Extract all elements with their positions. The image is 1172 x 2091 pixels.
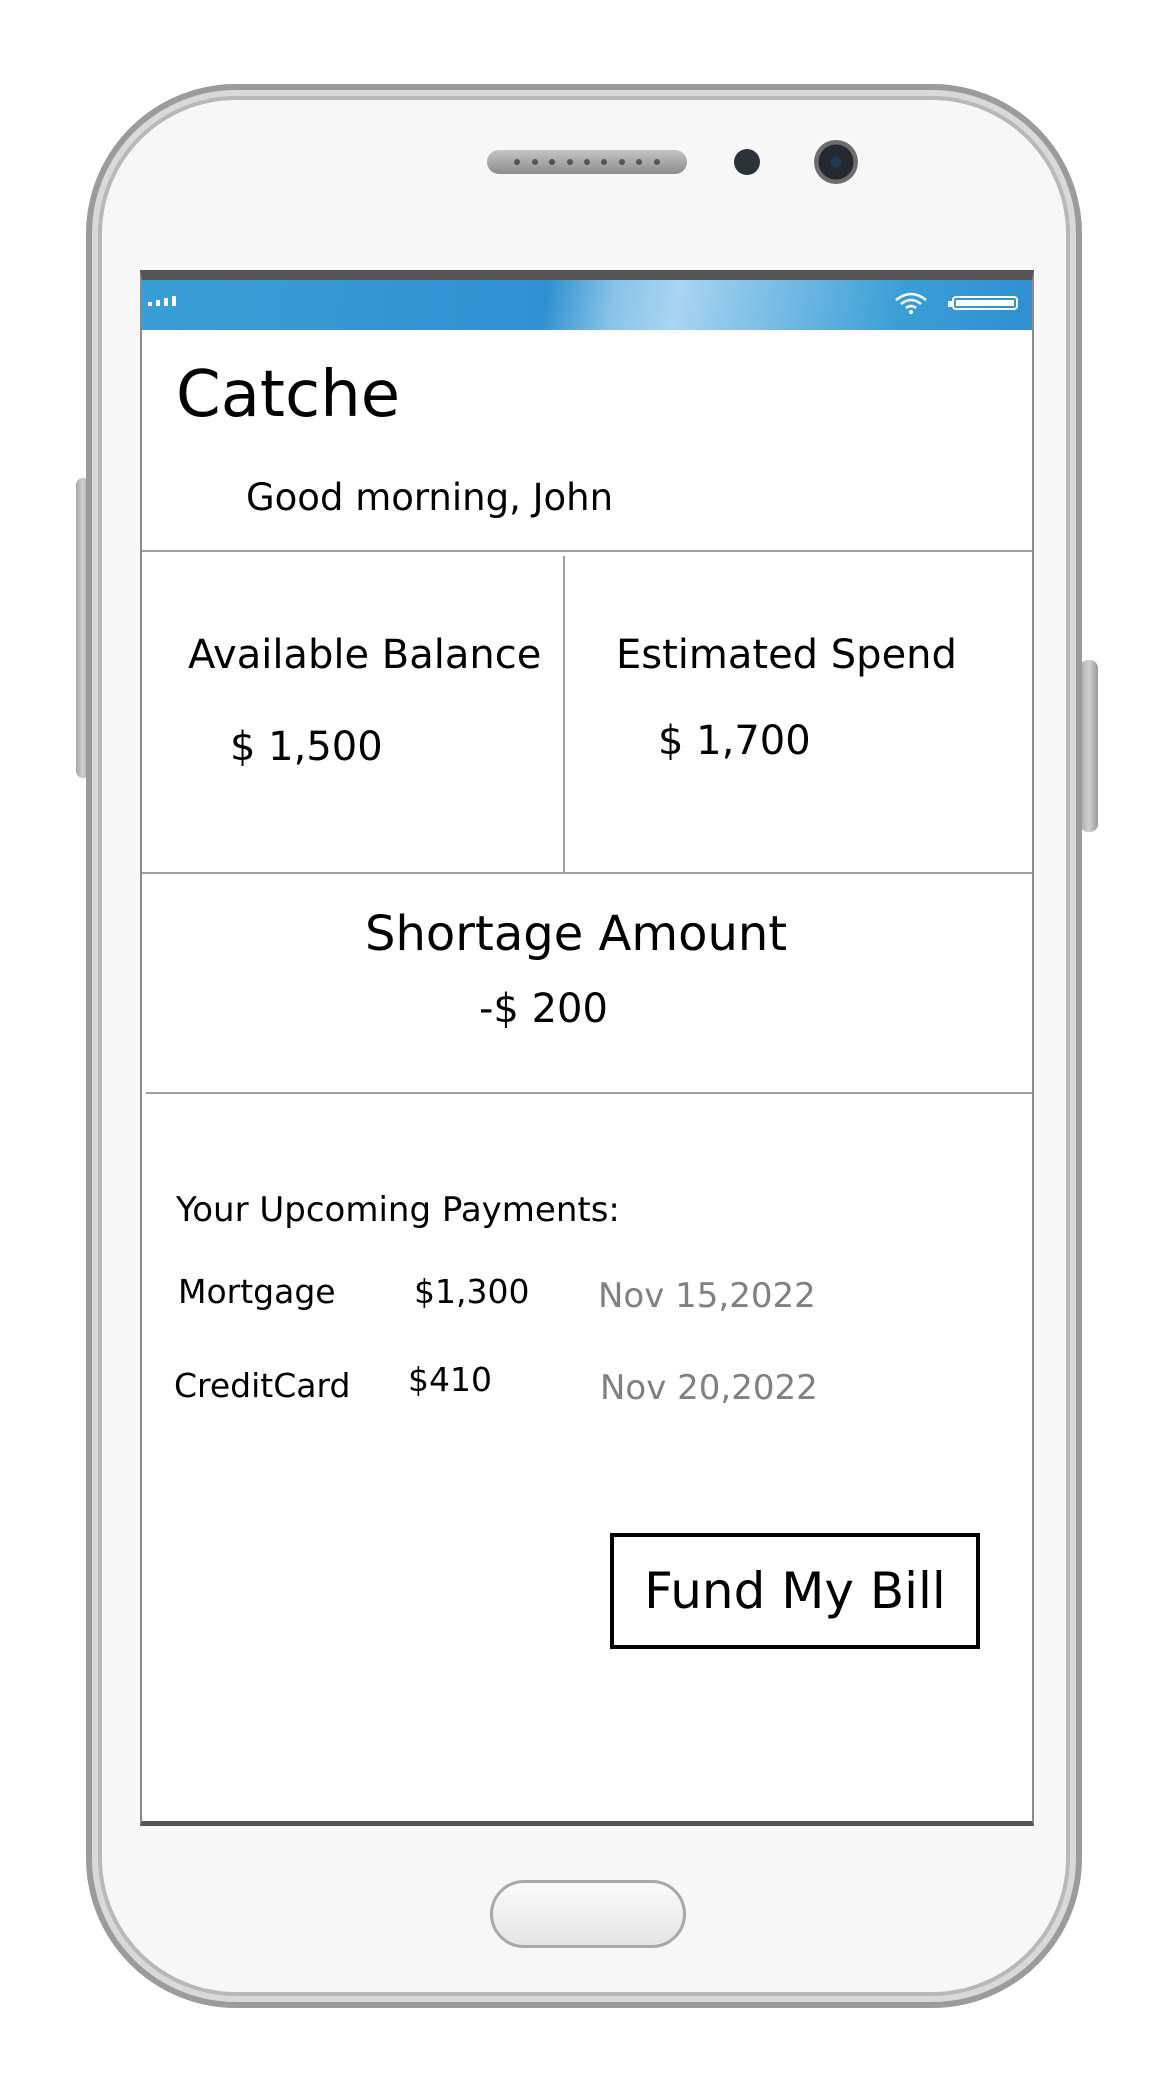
available-balance-value: $ 1,500 [230, 724, 383, 770]
battery-icon [948, 296, 1018, 310]
payment-amount: $1,300 [414, 1272, 530, 1311]
speaker-grille [487, 150, 687, 174]
fund-my-bill-button[interactable]: Fund My Bill [610, 1533, 980, 1649]
divider [146, 1092, 1032, 1094]
estimated-spend-label: Estimated Spend [616, 632, 957, 678]
greeting-text: Good morning, John [246, 476, 614, 519]
home-button[interactable] [490, 1880, 686, 1948]
shortage-amount-value: -$ 200 [479, 986, 608, 1032]
app-title: Catche [176, 358, 401, 432]
payment-name: CreditCard [174, 1366, 351, 1405]
wifi-icon [895, 292, 927, 314]
app-screen: Catche Good morning, John Available Bala… [140, 270, 1034, 1826]
payment-date: Nov 20,2022 [600, 1368, 818, 1408]
payment-amount: $410 [408, 1360, 492, 1399]
estimated-spend-value: $ 1,700 [658, 718, 811, 764]
proximity-sensor [734, 149, 760, 175]
divider [142, 550, 1032, 552]
divider [142, 872, 1032, 874]
side-power-button[interactable] [1080, 660, 1098, 832]
status-bar [142, 280, 1032, 330]
shortage-amount-label: Shortage Amount [365, 906, 788, 962]
payment-date: Nov 15,2022 [598, 1276, 816, 1316]
divider [563, 556, 565, 874]
payment-name: Mortgage [178, 1272, 336, 1311]
available-balance-label: Available Balance [188, 632, 542, 678]
front-camera [814, 140, 858, 184]
signal-bars-icon [148, 296, 176, 306]
upcoming-payments-heading: Your Upcoming Payments: [176, 1190, 620, 1230]
